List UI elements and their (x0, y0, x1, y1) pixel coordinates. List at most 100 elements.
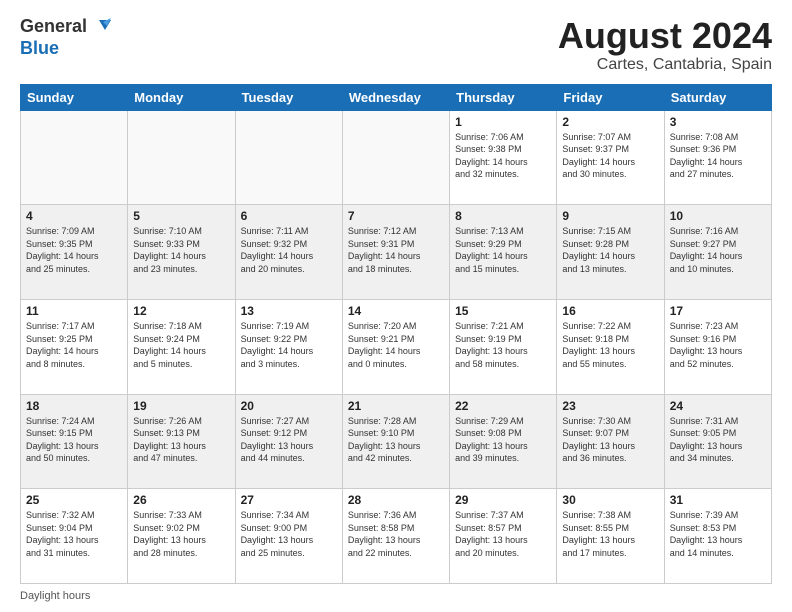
cell-week3-day1: 12 Sunrise: 7:18 AM Sunset: 9:24 PM Dayli… (128, 299, 235, 394)
logo: General Blue (20, 16, 111, 60)
week-row-2: 4 Sunrise: 7:09 AM Sunset: 9:35 PM Daylig… (21, 205, 772, 300)
day-number: 24 (670, 399, 766, 413)
day-number: 22 (455, 399, 551, 413)
page: General Blue August 2024 Cartes, Cantabr… (0, 0, 792, 612)
day-info: Sunrise: 7:18 AM Sunset: 9:24 PM Dayligh… (133, 320, 229, 370)
cell-week5-day2: 27Sunrise: 7:34 AM Sunset: 9:00 PM Dayli… (235, 489, 342, 584)
header-saturday: Saturday (664, 84, 771, 110)
day-info: Sunrise: 7:32 AM Sunset: 9:04 PM Dayligh… (26, 509, 122, 559)
cell-week4-day0: 18 Sunrise: 7:24 AM Sunset: 9:15 PM Dayli… (21, 394, 128, 489)
day-number: 17 (670, 304, 766, 318)
day-number: 2 (562, 115, 658, 129)
day-info: Sunrise: 7:31 AM Sunset: 9:05 PM Dayligh… (670, 415, 766, 465)
cell-week4-day6: 24 Sunrise: 7:31 AM Sunset: 9:05 PM Dayli… (664, 394, 771, 489)
main-title: August 2024 (558, 16, 772, 56)
week-row-4: 18 Sunrise: 7:24 AM Sunset: 9:15 PM Dayli… (21, 394, 772, 489)
day-info: Sunrise: 7:12 AM Sunset: 9:31 PM Dayligh… (348, 225, 444, 275)
day-number: 5 (133, 209, 229, 223)
footer: Daylight hours (20, 590, 772, 602)
header-thursday: Thursday (450, 84, 557, 110)
week-row-5: 25Sunrise: 7:32 AM Sunset: 9:04 PM Dayli… (21, 489, 772, 584)
cell-week1-day0 (21, 110, 128, 205)
day-info: Sunrise: 7:21 AM Sunset: 9:19 PM Dayligh… (455, 320, 551, 370)
header-sunday: Sunday (21, 84, 128, 110)
day-info: Sunrise: 7:30 AM Sunset: 9:07 PM Dayligh… (562, 415, 658, 465)
day-number: 26 (133, 493, 229, 507)
day-number: 18 (26, 399, 122, 413)
subtitle: Cartes, Cantabria, Spain (558, 56, 772, 74)
day-number: 31 (670, 493, 766, 507)
day-info: Sunrise: 7:33 AM Sunset: 9:02 PM Dayligh… (133, 509, 229, 559)
cell-week1-day3 (342, 110, 449, 205)
day-number: 19 (133, 399, 229, 413)
cell-week5-day6: 31 Sunrise: 7:39 AM Sunset: 8:53 PM Dayli… (664, 489, 771, 584)
day-info: Sunrise: 7:10 AM Sunset: 9:33 PM Dayligh… (133, 225, 229, 275)
day-number: 14 (348, 304, 444, 318)
day-info: Sunrise: 7:11 AM Sunset: 9:32 PM Dayligh… (241, 225, 337, 275)
day-info: Sunrise: 7:38 AM Sunset: 8:55 PM Dayligh… (562, 509, 658, 559)
day-number: 12 (133, 304, 229, 318)
cell-week1-day2 (235, 110, 342, 205)
day-info: Sunrise: 7:17 AM Sunset: 9:25 PM Dayligh… (26, 320, 122, 370)
day-info: Sunrise: 7:09 AM Sunset: 9:35 PM Dayligh… (26, 225, 122, 275)
cell-week5-day1: 26 Sunrise: 7:33 AM Sunset: 9:02 PM Dayli… (128, 489, 235, 584)
cell-week5-day3: 28Sunrise: 7:36 AM Sunset: 8:58 PM Dayli… (342, 489, 449, 584)
day-info: Sunrise: 7:39 AM Sunset: 8:53 PM Dayligh… (670, 509, 766, 559)
day-info: Sunrise: 7:16 AM Sunset: 9:27 PM Dayligh… (670, 225, 766, 275)
day-info: Sunrise: 7:37 AM Sunset: 8:57 PM Dayligh… (455, 509, 551, 559)
header-tuesday: Tuesday (235, 84, 342, 110)
cell-week5-day5: 30 Sunrise: 7:38 AM Sunset: 8:55 PM Dayli… (557, 489, 664, 584)
day-info: Sunrise: 7:24 AM Sunset: 9:15 PM Dayligh… (26, 415, 122, 465)
day-info: Sunrise: 7:13 AM Sunset: 9:29 PM Dayligh… (455, 225, 551, 275)
cell-week2-day6: 10 Sunrise: 7:16 AM Sunset: 9:27 PM Dayli… (664, 205, 771, 300)
day-info: Sunrise: 7:15 AM Sunset: 9:28 PM Dayligh… (562, 225, 658, 275)
week-row-1: 1Sunrise: 7:06 AM Sunset: 9:38 PM Daylig… (21, 110, 772, 205)
day-info: Sunrise: 7:28 AM Sunset: 9:10 PM Dayligh… (348, 415, 444, 465)
day-info: Sunrise: 7:22 AM Sunset: 9:18 PM Dayligh… (562, 320, 658, 370)
footer-text: Daylight hours (20, 590, 90, 602)
cell-week5-day0: 25Sunrise: 7:32 AM Sunset: 9:04 PM Dayli… (21, 489, 128, 584)
cell-week3-day5: 16 Sunrise: 7:22 AM Sunset: 9:18 PM Dayli… (557, 299, 664, 394)
cell-week1-day4: 1Sunrise: 7:06 AM Sunset: 9:38 PM Daylig… (450, 110, 557, 205)
day-number: 7 (348, 209, 444, 223)
day-number: 3 (670, 115, 766, 129)
title-block: August 2024 Cartes, Cantabria, Spain (558, 16, 772, 74)
logo-blue: Blue (20, 38, 111, 60)
day-number: 20 (241, 399, 337, 413)
cell-week1-day6: 3Sunrise: 7:08 AM Sunset: 9:36 PM Daylig… (664, 110, 771, 205)
cell-week4-day3: 21Sunrise: 7:28 AM Sunset: 9:10 PM Dayli… (342, 394, 449, 489)
day-number: 6 (241, 209, 337, 223)
cell-week3-day6: 17 Sunrise: 7:23 AM Sunset: 9:16 PM Dayli… (664, 299, 771, 394)
day-info: Sunrise: 7:27 AM Sunset: 9:12 PM Dayligh… (241, 415, 337, 465)
cell-week3-day0: 11Sunrise: 7:17 AM Sunset: 9:25 PM Dayli… (21, 299, 128, 394)
day-number: 23 (562, 399, 658, 413)
cell-week1-day5: 2 Sunrise: 7:07 AM Sunset: 9:37 PM Daylig… (557, 110, 664, 205)
day-number: 28 (348, 493, 444, 507)
day-info: Sunrise: 7:29 AM Sunset: 9:08 PM Dayligh… (455, 415, 551, 465)
day-number: 29 (455, 493, 551, 507)
cell-week4-day2: 20 Sunrise: 7:27 AM Sunset: 9:12 PM Dayli… (235, 394, 342, 489)
day-number: 13 (241, 304, 337, 318)
day-info: Sunrise: 7:07 AM Sunset: 9:37 PM Dayligh… (562, 131, 658, 181)
cell-week2-day0: 4 Sunrise: 7:09 AM Sunset: 9:35 PM Daylig… (21, 205, 128, 300)
cell-week4-day4: 22 Sunrise: 7:29 AM Sunset: 9:08 PM Dayli… (450, 394, 557, 489)
cell-week5-day4: 29 Sunrise: 7:37 AM Sunset: 8:57 PM Dayli… (450, 489, 557, 584)
day-number: 30 (562, 493, 658, 507)
cell-week4-day5: 23 Sunrise: 7:30 AM Sunset: 9:07 PM Dayli… (557, 394, 664, 489)
day-number: 16 (562, 304, 658, 318)
day-number: 1 (455, 115, 551, 129)
cell-week3-day4: 15Sunrise: 7:21 AM Sunset: 9:19 PM Dayli… (450, 299, 557, 394)
day-number: 10 (670, 209, 766, 223)
logo-bird-icon (89, 16, 111, 38)
day-info: Sunrise: 7:23 AM Sunset: 9:16 PM Dayligh… (670, 320, 766, 370)
cell-week3-day3: 14Sunrise: 7:20 AM Sunset: 9:21 PM Dayli… (342, 299, 449, 394)
calendar: SundayMondayTuesdayWednesdayThursdayFrid… (20, 84, 772, 584)
header-wednesday: Wednesday (342, 84, 449, 110)
day-number: 9 (562, 209, 658, 223)
header-friday: Friday (557, 84, 664, 110)
day-number: 4 (26, 209, 122, 223)
cell-week1-day1 (128, 110, 235, 205)
cell-week2-day4: 8Sunrise: 7:13 AM Sunset: 9:29 PM Daylig… (450, 205, 557, 300)
cell-week2-day1: 5 Sunrise: 7:10 AM Sunset: 9:33 PM Daylig… (128, 205, 235, 300)
logo-general: General (20, 16, 87, 38)
